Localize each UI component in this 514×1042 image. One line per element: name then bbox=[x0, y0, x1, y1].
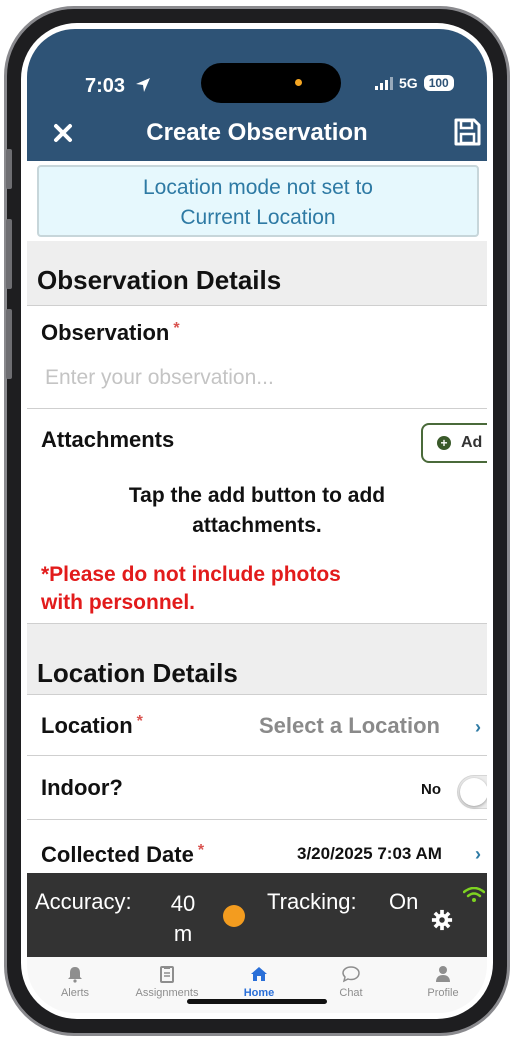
banner-line-2: Current Location bbox=[180, 206, 336, 229]
divider bbox=[27, 755, 487, 756]
divider bbox=[27, 408, 487, 409]
tab-alerts[interactable]: Alerts bbox=[29, 965, 121, 999]
tracking-value: On bbox=[389, 889, 419, 914]
required-mark: * bbox=[173, 320, 180, 337]
plus-circle-icon: + bbox=[437, 436, 451, 450]
save-button[interactable] bbox=[453, 117, 481, 147]
bell-icon bbox=[68, 967, 82, 983]
observation-input[interactable]: Enter your observation... bbox=[45, 366, 274, 390]
status-indicators: 5G 100 bbox=[375, 75, 454, 91]
tab-profile[interactable]: Profile bbox=[397, 965, 487, 999]
collected-date-value: 3/20/2025 7:03 AM bbox=[297, 844, 442, 863]
volume-up-button bbox=[6, 219, 12, 289]
page-title: Create Observation bbox=[146, 119, 368, 146]
location-mode-banner: Location mode not set to Current Locatio… bbox=[37, 165, 479, 237]
location-section-header: Location Details bbox=[27, 624, 487, 694]
location-section-title: Location Details bbox=[37, 658, 238, 688]
observation-label: Observation * bbox=[41, 320, 180, 345]
tab-chat[interactable]: Chat bbox=[305, 965, 397, 999]
chevron-right-icon: › bbox=[475, 844, 481, 864]
phone-frame: 7:03 5G 100 Create Observation Location … bbox=[4, 6, 510, 1036]
network-label: 5G bbox=[399, 75, 418, 91]
location-label: Location * bbox=[41, 713, 143, 738]
attachments-label: Attachments bbox=[41, 427, 175, 452]
home-icon bbox=[251, 967, 267, 981]
side-button bbox=[6, 149, 12, 189]
banner-line-1: Location mode not set to bbox=[143, 176, 373, 199]
clipboard-icon bbox=[160, 966, 174, 983]
home-indicator[interactable] bbox=[187, 999, 327, 1004]
add-attachment-button[interactable]: + Ad bbox=[421, 423, 487, 463]
attachments-hint: Tap the add button to add attachments. bbox=[128, 484, 386, 537]
toggle-knob bbox=[460, 778, 487, 806]
status-time: 7:03 bbox=[85, 75, 151, 98]
indoor-value: No bbox=[421, 781, 441, 798]
gear-icon[interactable] bbox=[431, 909, 453, 931]
location-row[interactable]: Location * Select a Location › bbox=[27, 695, 487, 755]
tracking-label: Tracking: bbox=[267, 889, 357, 914]
dynamic-island bbox=[201, 63, 341, 103]
indoor-label: Indoor? bbox=[41, 775, 123, 800]
tab-assignments[interactable]: Assignments bbox=[121, 965, 213, 999]
required-mark: * bbox=[136, 713, 143, 730]
wifi-icon bbox=[463, 887, 485, 902]
required-mark: * bbox=[197, 842, 205, 859]
location-value: Select a Location bbox=[259, 713, 440, 738]
tab-home[interactable]: Home bbox=[213, 965, 305, 999]
app-header: 7:03 5G 100 Create Observation bbox=[27, 29, 487, 161]
volume-down-button bbox=[6, 309, 12, 379]
save-icon bbox=[454, 118, 481, 146]
accuracy-value: 40 m bbox=[170, 891, 196, 946]
attachments-warning: *Please do not include photos with perso… bbox=[41, 563, 341, 614]
observation-section-title: Observation Details bbox=[37, 265, 282, 295]
indoor-toggle[interactable] bbox=[457, 775, 487, 809]
phone-bezel: 7:03 5G 100 Create Observation Location … bbox=[21, 23, 493, 1019]
observation-section-header: Observation Details bbox=[27, 241, 487, 305]
collected-date-row[interactable]: Collected Date * 3/20/2025 7:03 AM › bbox=[27, 820, 487, 873]
island-indicator bbox=[295, 79, 302, 86]
chevron-right-icon: › bbox=[475, 717, 481, 737]
accuracy-label: Accuracy: bbox=[35, 889, 132, 914]
collected-date-label: Collected Date * bbox=[41, 842, 205, 867]
chat-icon bbox=[342, 966, 360, 983]
tracking-bar: Accuracy: 40 m Tracking: On bbox=[27, 873, 487, 957]
observation-field[interactable]: Observation * Enter your observation... bbox=[27, 306, 487, 408]
location-arrow-icon bbox=[135, 78, 150, 92]
bottom-tab-bar: Alerts Assignments Home Chat Profile bbox=[27, 957, 487, 1013]
add-button-label: Ad bbox=[461, 434, 483, 451]
app-screen: 7:03 5G 100 Create Observation Location … bbox=[27, 29, 487, 1013]
battery-icon: 100 bbox=[423, 75, 454, 91]
gps-status-dot bbox=[223, 905, 245, 927]
signal-icon bbox=[375, 76, 393, 90]
user-icon bbox=[436, 966, 450, 982]
